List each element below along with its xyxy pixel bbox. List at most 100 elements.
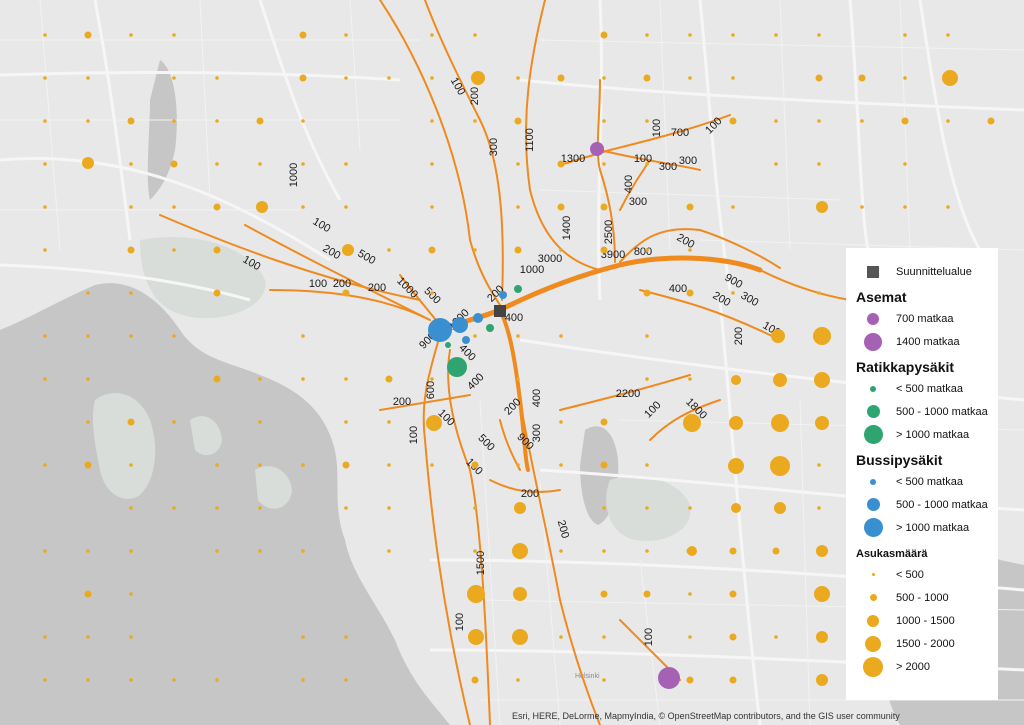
resident-dot bbox=[817, 463, 821, 467]
resident-dot bbox=[301, 334, 305, 338]
resident-dot bbox=[817, 162, 821, 166]
resident-dot bbox=[686, 289, 694, 297]
flow-label: 100 bbox=[651, 119, 663, 137]
resident-dot bbox=[129, 506, 133, 510]
legend-label: < 500 bbox=[896, 568, 924, 581]
resident-dot bbox=[516, 162, 520, 166]
resident-dot bbox=[430, 33, 434, 37]
resident-dot bbox=[814, 372, 830, 388]
resident-dot bbox=[816, 631, 828, 643]
resident-dot bbox=[817, 33, 821, 37]
resident-dot bbox=[516, 205, 520, 209]
resident-symbol bbox=[867, 614, 879, 627]
resident-dot bbox=[946, 119, 950, 123]
resident-dot bbox=[344, 635, 348, 639]
resident-dot bbox=[301, 678, 305, 682]
resident-dot bbox=[430, 205, 434, 209]
resident-dot bbox=[387, 248, 391, 252]
resident-dot bbox=[387, 420, 391, 424]
resident-dot bbox=[729, 547, 737, 555]
resident-dot bbox=[645, 377, 649, 381]
resident-dot bbox=[467, 585, 485, 603]
resident-dot bbox=[43, 678, 47, 682]
resident-dot bbox=[600, 203, 608, 211]
resident-dot bbox=[817, 506, 821, 510]
legend-label: 1000 - 1500 bbox=[896, 614, 955, 627]
resident-dot bbox=[602, 119, 606, 123]
resident-dot bbox=[559, 420, 563, 424]
legend-label: < 500 matkaa bbox=[896, 475, 963, 488]
flow-label: 100 bbox=[309, 278, 327, 290]
resident-dot bbox=[686, 676, 694, 684]
resident-dot bbox=[301, 635, 305, 639]
legend-label: 1400 matkaa bbox=[896, 335, 960, 348]
resident-dot bbox=[557, 160, 565, 168]
flow-label: 200 bbox=[393, 396, 411, 408]
resident-dot bbox=[559, 463, 563, 467]
resident-dot bbox=[645, 549, 649, 553]
flow-label: 300 bbox=[679, 155, 697, 167]
resident-symbol bbox=[863, 656, 883, 677]
resident-dot bbox=[129, 463, 133, 467]
flow-label: 1000 bbox=[520, 264, 544, 276]
resident-dot bbox=[816, 545, 828, 557]
bus-stop-dot bbox=[499, 291, 507, 299]
resident-dot bbox=[771, 329, 785, 343]
resident-dot bbox=[301, 205, 305, 209]
flow-label: 100 bbox=[634, 153, 652, 165]
resident-dot bbox=[772, 547, 780, 555]
resident-dot bbox=[687, 546, 697, 556]
resident-dot bbox=[512, 629, 528, 645]
place-label-helsinki: Helsinki bbox=[575, 673, 600, 680]
resident-dot bbox=[903, 33, 907, 37]
resident-dot bbox=[301, 549, 305, 553]
resident-dot bbox=[600, 31, 608, 39]
tram-symbol bbox=[870, 385, 876, 392]
resident-dot bbox=[213, 246, 221, 254]
resident-dot bbox=[771, 414, 789, 432]
resident-dot bbox=[129, 162, 133, 166]
resident-dot bbox=[344, 377, 348, 381]
legend-label: > 2000 bbox=[896, 660, 930, 673]
resident-dot bbox=[385, 375, 393, 383]
flow-label: 200 bbox=[521, 488, 539, 500]
resident-dot bbox=[43, 334, 47, 338]
legend-bus-title: Bussipysäkit bbox=[856, 452, 943, 468]
resident-dot bbox=[301, 162, 305, 166]
tram-stop-dot bbox=[514, 285, 522, 293]
legend-label: 500 - 1000 bbox=[896, 591, 949, 604]
resident-dot bbox=[602, 549, 606, 553]
resident-dot bbox=[645, 248, 649, 252]
legend-tram-small: < 500 matkaa bbox=[856, 377, 990, 400]
resident-dot bbox=[731, 375, 741, 385]
legend-bus-medium: 500 - 1000 matkaa bbox=[856, 493, 990, 516]
bus-symbol bbox=[863, 518, 883, 537]
resident-dot bbox=[43, 162, 47, 166]
resident-dot bbox=[86, 635, 90, 639]
resident-dot bbox=[516, 334, 520, 338]
resident-dot bbox=[731, 205, 735, 209]
resident-dot bbox=[557, 74, 565, 82]
resident-dot bbox=[516, 76, 520, 80]
resident-dot bbox=[301, 463, 305, 467]
resident-dot bbox=[215, 506, 219, 510]
resident-dot bbox=[645, 119, 649, 123]
legend-pop-4: 1500 - 2000 bbox=[856, 632, 990, 655]
resident-dot bbox=[86, 377, 90, 381]
legend-tram-medium: 500 - 1000 matkaa bbox=[856, 400, 990, 423]
flow-label: 300 bbox=[629, 196, 647, 208]
legend-label: 500 - 1000 matkaa bbox=[896, 498, 988, 511]
resident-dot bbox=[602, 506, 606, 510]
resident-dot bbox=[129, 291, 133, 295]
flow-label: 100 bbox=[454, 613, 466, 631]
resident-dot bbox=[213, 203, 221, 211]
resident-dot bbox=[774, 502, 786, 514]
flow-label: 400 bbox=[531, 389, 543, 407]
resident-dot bbox=[901, 117, 909, 125]
resident-dot bbox=[344, 420, 348, 424]
resident-dot bbox=[387, 76, 391, 80]
flow-label: 400 bbox=[623, 175, 635, 193]
resident-dot bbox=[258, 377, 262, 381]
resident-dot bbox=[946, 33, 950, 37]
resident-dot bbox=[903, 162, 907, 166]
